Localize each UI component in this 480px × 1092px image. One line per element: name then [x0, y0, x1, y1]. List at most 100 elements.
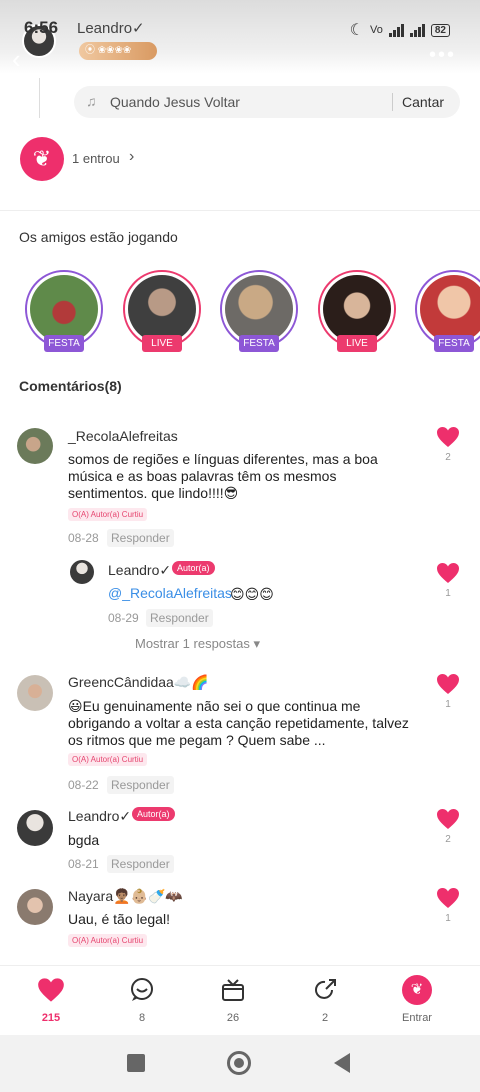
comment-date: 08-21 [68, 857, 99, 871]
gift-icon [203, 976, 263, 1004]
heart-icon[interactable] [436, 426, 460, 448]
commenter-name[interactable]: Leandro✓ [68, 808, 131, 825]
friend-photo [30, 275, 98, 343]
divider [0, 210, 480, 211]
more-options-icon[interactable]: ••• [429, 44, 456, 67]
commenter-name[interactable]: Nayara🧑🏽‍🦱👶🏼🍼🦇 [68, 888, 183, 905]
battery-icon: 82 [430, 23, 450, 37]
like-count-label: 215 [41, 1012, 61, 1024]
comment-text-line: os ritmos que me pegam ? Quem sabe ... [68, 732, 326, 748]
comment-date: 08-29 [108, 611, 139, 625]
chevron-right-icon[interactable]: › [129, 148, 134, 166]
commenter-name[interactable]: GreencCândidaa☁️🌈 [68, 674, 209, 691]
comment-icon [112, 976, 172, 1004]
joined-text[interactable]: 1 entrou [72, 151, 120, 166]
like-count: 1 [445, 588, 451, 599]
like-count: 2 [445, 834, 451, 845]
recent-apps-icon[interactable] [127, 1054, 145, 1072]
author-tag: Autor(a) [172, 561, 215, 575]
back-icon[interactable] [334, 1053, 350, 1073]
comment-text-line: Uau, é tão legal! [68, 911, 170, 927]
comment-text-line: sentimentos. que lindo!!!!😎 [68, 485, 239, 501]
gift-action[interactable]: 26 [203, 976, 263, 1024]
system-nav-bar [0, 1035, 480, 1092]
comment-text-line: 😃Eu genuinamente não sei o que continua … [68, 698, 361, 714]
status-time: 6:56 [24, 18, 59, 37]
like-action[interactable]: 215 [21, 976, 81, 1024]
comment-emoji: 😊😊😊 [230, 586, 274, 602]
gift-count-label: 26 [226, 1012, 240, 1024]
comment-date: 08-28 [68, 531, 99, 545]
song-divider [392, 93, 393, 111]
signal-icon [388, 23, 404, 37]
party-icon: ❦ [387, 975, 447, 1005]
reply-button[interactable]: Responder [146, 609, 213, 627]
story-tag: FESTA [44, 335, 84, 352]
commenter-avatar[interactable] [17, 675, 53, 711]
music-note-icon: ♫ [86, 93, 97, 109]
like-count: 1 [445, 699, 451, 710]
friends-title: Os amigos estão jogando [19, 229, 178, 245]
author-liked-badge: O(A) Autor(a) Curtiu [68, 753, 148, 766]
enter-label: Entrar [402, 1012, 432, 1024]
commenter-name[interactable]: Leandro✓ [108, 562, 171, 579]
heart-icon [21, 976, 81, 1004]
friend-story[interactable]: LIVE [318, 270, 396, 352]
comment-text-line: obrigando a voltar a esta canção repetid… [68, 715, 409, 731]
status-icons: ☾ Vo 82 [350, 20, 450, 40]
comment-text-line: música e as boas palavras têm os mesmos [68, 468, 337, 484]
comment-text-line: somos de regiões e línguas diferentes, m… [68, 451, 378, 467]
like-count: 2 [445, 452, 451, 463]
heart-icon[interactable] [436, 887, 460, 909]
author-liked-badge: O(A) Autor(a) Curtiu [68, 508, 148, 521]
reply-button[interactable]: Responder [107, 855, 174, 873]
story-tag: LIVE [142, 335, 182, 352]
friend-story[interactable]: FESTA [415, 270, 480, 352]
friend-story[interactable]: FESTA [25, 270, 103, 352]
heart-icon[interactable] [436, 808, 460, 830]
show-replies-button[interactable]: Mostrar 1 respostas ▾ [135, 636, 260, 652]
friend-story[interactable]: LIVE [123, 270, 201, 352]
song-bar[interactable]: ♫ Quando Jesus Voltar Cantar [74, 86, 460, 118]
friend-photo [225, 275, 293, 343]
comment-count-label: 8 [138, 1012, 146, 1024]
share-count-label: 2 [321, 1012, 329, 1024]
heart-icon[interactable] [436, 673, 460, 695]
comment-action[interactable]: 8 [112, 976, 172, 1024]
author-name[interactable]: Leandro✓ [77, 19, 145, 37]
friend-story[interactable]: FESTA [220, 270, 298, 352]
author-liked-badge: O(A) Autor(a) Curtiu [68, 934, 148, 947]
story-tag: LIVE [337, 335, 377, 352]
party-icon[interactable]: ❦ [20, 137, 64, 181]
share-icon [295, 976, 355, 1004]
level-badge: ⦿ ❀❀❀❀ [79, 42, 157, 60]
mention-link[interactable]: @_RecolaAlefreitas [108, 585, 232, 601]
commenter-avatar[interactable] [17, 889, 53, 925]
comment-text-line: bgda [68, 832, 100, 848]
enter-party-action[interactable]: ❦ Entrar [387, 975, 447, 1024]
reply-button[interactable]: Responder [107, 529, 174, 547]
moon-icon: ☾ [349, 22, 365, 39]
signal-icon-2 [409, 23, 425, 37]
share-action[interactable]: 2 [295, 976, 355, 1024]
back-arrow-icon[interactable]: ‹ [12, 46, 21, 72]
story-tag: FESTA [239, 335, 279, 352]
commenter-avatar[interactable] [17, 810, 53, 846]
heart-icon[interactable] [436, 562, 460, 584]
song-title[interactable]: Quando Jesus Voltar [110, 94, 240, 110]
story-tag: FESTA [434, 335, 474, 352]
home-icon[interactable] [227, 1051, 251, 1075]
commenter-avatar[interactable] [17, 428, 53, 464]
author-tag: Autor(a) [132, 807, 175, 821]
friend-photo [128, 275, 196, 343]
like-count: 1 [445, 913, 451, 924]
reply-button[interactable]: Responder [107, 776, 174, 794]
comment-date: 08-22 [68, 778, 99, 792]
commenter-avatar[interactable] [70, 560, 94, 584]
commenter-name[interactable]: _RecolaAlefreitas [68, 428, 178, 444]
friend-photo [323, 275, 391, 343]
sing-button[interactable]: Cantar [402, 94, 444, 110]
volte-icon: Vo [370, 24, 383, 36]
friend-photo [420, 275, 480, 343]
thread-line [39, 78, 40, 118]
